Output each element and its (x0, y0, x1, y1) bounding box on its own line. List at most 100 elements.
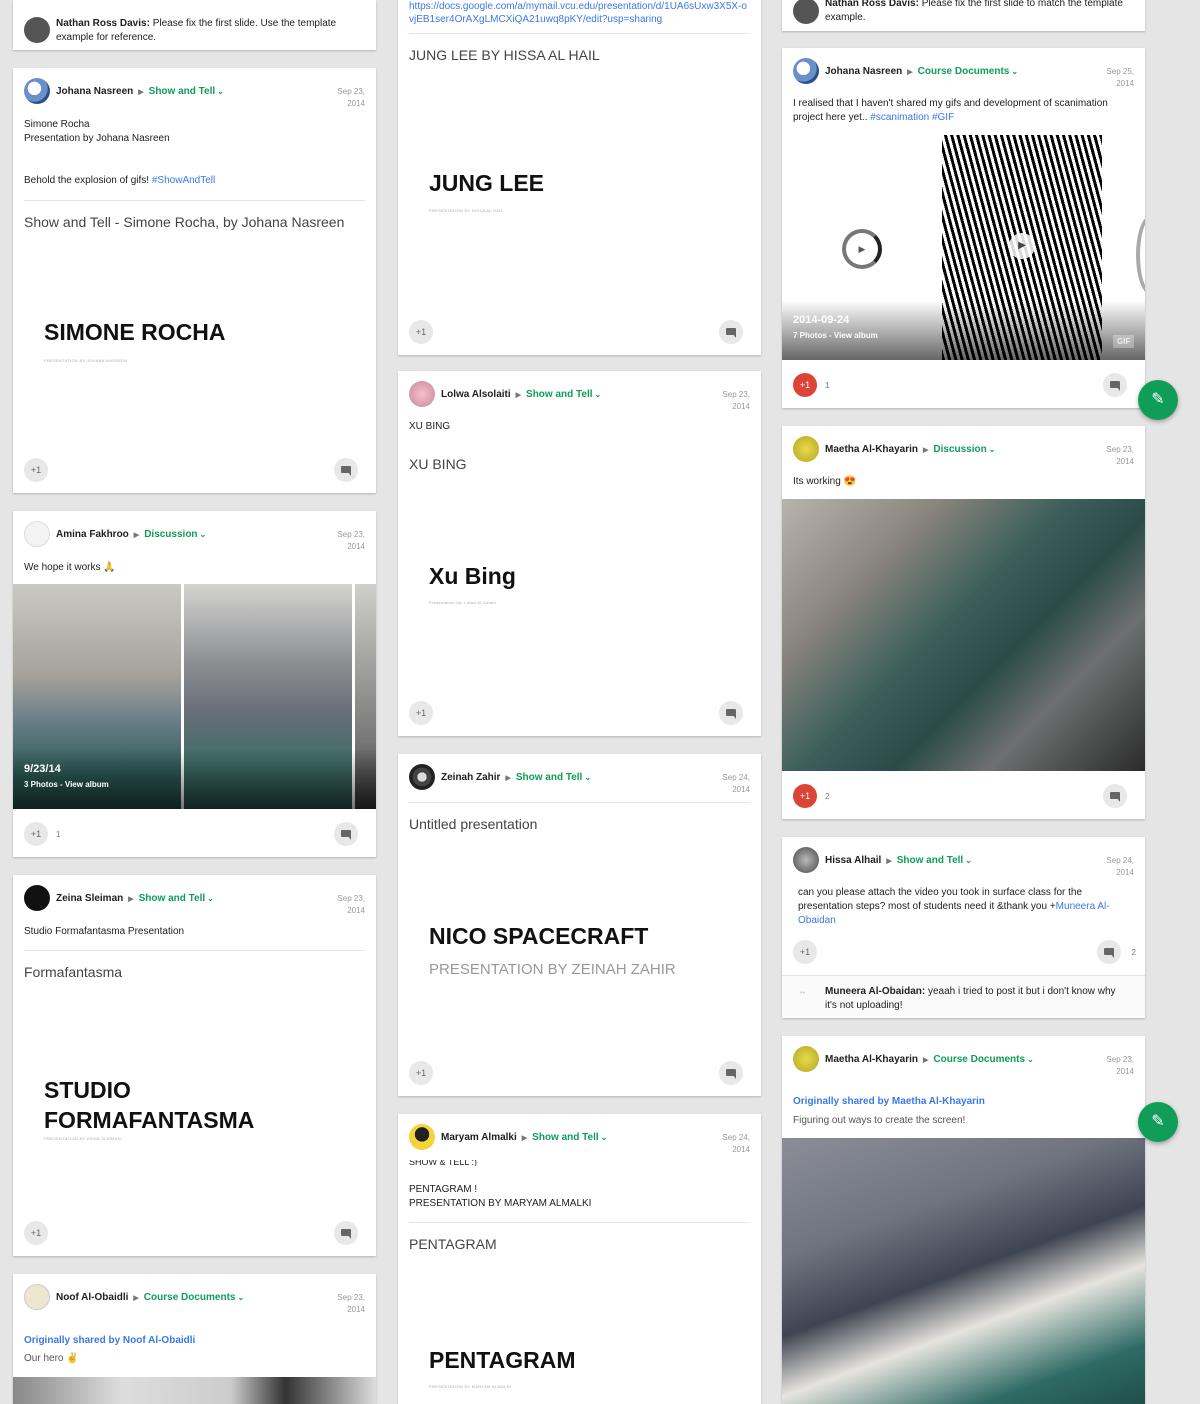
comment-icon[interactable] (1103, 784, 1127, 808)
post-photo[interactable] (782, 499, 1145, 771)
avatar[interactable] (24, 78, 50, 104)
comment-author[interactable]: Muneera Al-Obaidan: (825, 986, 925, 997)
plus-one-button[interactable]: +1 (409, 1061, 433, 1085)
author-name[interactable]: Zeina Sleiman (56, 893, 123, 904)
category-link[interactable]: Show and Tell (532, 1132, 598, 1143)
avatar[interactable] (409, 764, 435, 790)
comment-author[interactable]: Nathan Ross Davis: (825, 0, 919, 9)
attachment-title[interactable]: PENTAGRAM (398, 1236, 761, 1252)
pencil-icon[interactable]: ✎ (1138, 380, 1178, 420)
gif-album[interactable]: ▶ ▶ 2014-09-24 7 Photos - View album GIF (782, 135, 1145, 360)
category-link[interactable]: Course Documents (918, 66, 1010, 77)
plus-one-button[interactable]: +1 (793, 940, 817, 964)
plus-one-button[interactable]: +1 (409, 701, 433, 725)
post-card: https://docs.google.com/a/mymail.vcu.edu… (398, 0, 761, 355)
category-link[interactable]: Show and Tell (516, 772, 582, 783)
shared-photo[interactable] (782, 1138, 1145, 1404)
chevron-down-icon[interactable]: ⌄ (200, 530, 207, 539)
comment-author[interactable]: Nathan Ross Davis: (56, 18, 150, 29)
chevron-down-icon[interactable]: ⌄ (601, 1133, 608, 1142)
category-link[interactable]: Course Documents (933, 1054, 1025, 1065)
post-date: Sep 24, 2014 (722, 1133, 750, 1154)
play-icon[interactable]: ▶ (1009, 233, 1035, 259)
original-share-link[interactable]: Originally shared by Noof Al-Obaidli (24, 1335, 195, 1346)
chevron-down-icon[interactable]: ⌄ (237, 1293, 244, 1302)
gif-thumbnail[interactable] (1136, 215, 1145, 295)
author-name[interactable]: Zeinah Zahir (441, 772, 500, 783)
author-name[interactable]: Johana Nasreen (825, 66, 902, 77)
category-link[interactable]: Show and Tell (149, 86, 215, 97)
avatar[interactable] (793, 0, 819, 24)
arrow-right-icon: ▶ (138, 89, 144, 96)
chevron-down-icon[interactable]: ⌄ (1027, 1055, 1034, 1064)
author-name[interactable]: Lolwa Alsolaiti (441, 389, 511, 400)
post-date: Sep 24, 2014 (722, 773, 750, 794)
comment-icon[interactable] (719, 701, 743, 725)
avatar[interactable] (24, 521, 50, 547)
post-date: Sep 23, 2014 (722, 390, 750, 411)
author-name[interactable]: Maetha Al-Khayarin (825, 1054, 918, 1065)
author-name[interactable]: Hissa Alhail (825, 855, 881, 866)
avatar[interactable] (793, 436, 819, 462)
pencil-icon[interactable]: ✎ (1138, 1102, 1178, 1142)
attachment-title[interactable]: JUNG LEE BY HISSA AL HAIL (398, 47, 761, 63)
comment-icon[interactable] (719, 1061, 743, 1085)
chevron-down-icon[interactable]: ⌄ (965, 856, 972, 865)
chevron-down-icon[interactable]: ⌄ (1011, 67, 1018, 76)
author-name[interactable]: Noof Al-Obaidli (56, 1292, 128, 1303)
attachment-title[interactable]: XU BING (398, 456, 761, 472)
presentation-link[interactable]: https://docs.google.com/a/mymail.vcu.edu… (398, 0, 761, 26)
category-link[interactable]: Show and Tell (526, 389, 592, 400)
author-name[interactable]: Maetha Al-Khayarin (825, 444, 918, 455)
comment-icon[interactable] (334, 822, 358, 846)
avatar[interactable] (793, 58, 819, 84)
category-link[interactable]: Show and Tell (139, 893, 205, 904)
plus-one-button[interactable]: +1 (24, 1221, 48, 1245)
avatar[interactable] (24, 885, 50, 911)
category-link[interactable]: Course Documents (144, 1292, 236, 1303)
chevron-down-icon[interactable]: ⌄ (595, 390, 602, 399)
post-card: Maetha Al-Khayarin ▶ Discussion ⌄ Sep 23, 20… (782, 426, 1145, 819)
album-caption[interactable]: 7 Photos - View album (793, 331, 878, 340)
plus-one-button[interactable]: +1 (793, 784, 817, 808)
comment-icon[interactable] (334, 458, 358, 482)
avatar[interactable] (409, 1124, 435, 1150)
photo-album[interactable]: 9/23/14 3 Photos - View album (13, 584, 376, 809)
chevron-down-icon[interactable]: ⌄ (207, 894, 214, 903)
avatar[interactable]: •• (800, 990, 810, 1000)
shared-photo[interactable] (13, 1377, 376, 1404)
avatar[interactable] (24, 17, 50, 43)
author-name[interactable]: Johana Nasreen (56, 86, 133, 97)
plus-one-button[interactable]: +1 (793, 373, 817, 397)
plus-one-button[interactable]: +1 (24, 822, 48, 846)
plus-one-button[interactable]: +1 (24, 458, 48, 482)
hashtag-link[interactable]: #ShowAndTell (152, 175, 215, 186)
author-name[interactable]: Maryam Almalki (441, 1132, 517, 1143)
avatar[interactable] (24, 1284, 50, 1310)
hashtag-link[interactable]: #GIF (932, 112, 954, 123)
original-share-link[interactable]: Originally shared by Maetha Al-Khayarin (793, 1096, 985, 1107)
comment-icon[interactable] (334, 1221, 358, 1245)
attachment-title[interactable]: Show and Tell - Simone Rocha, by Johana … (13, 214, 376, 230)
attachment-title[interactable]: Formafantasma (13, 964, 376, 980)
hashtag-link[interactable]: #scanimation (870, 112, 929, 123)
avatar[interactable] (409, 381, 435, 407)
chevron-down-icon[interactable]: ⌄ (989, 445, 996, 454)
play-icon[interactable]: ▶ (854, 241, 870, 257)
plus-one-count: 2 (825, 792, 830, 801)
comment-icon[interactable] (1103, 373, 1127, 397)
album-caption[interactable]: 3 Photos - View album (24, 780, 109, 789)
chevron-down-icon[interactable]: ⌄ (217, 87, 224, 96)
chevron-down-icon[interactable]: ⌄ (584, 773, 591, 782)
attachment-title[interactable]: Untitled presentation (398, 816, 761, 832)
category-link[interactable]: Discussion (144, 529, 197, 540)
plus-one-button[interactable]: +1 (409, 320, 433, 344)
category-link[interactable]: Discussion (933, 444, 986, 455)
avatar[interactable] (793, 847, 819, 873)
post-card: Johana Nasreen ▶ Course Documents ⌄ Sep 25,… (782, 48, 1145, 408)
comment-icon[interactable] (719, 320, 743, 344)
category-link[interactable]: Show and Tell (897, 855, 963, 866)
author-name[interactable]: Amina Fakhroo (56, 529, 129, 540)
avatar[interactable] (793, 1046, 819, 1072)
comment-icon[interactable] (1097, 940, 1121, 964)
